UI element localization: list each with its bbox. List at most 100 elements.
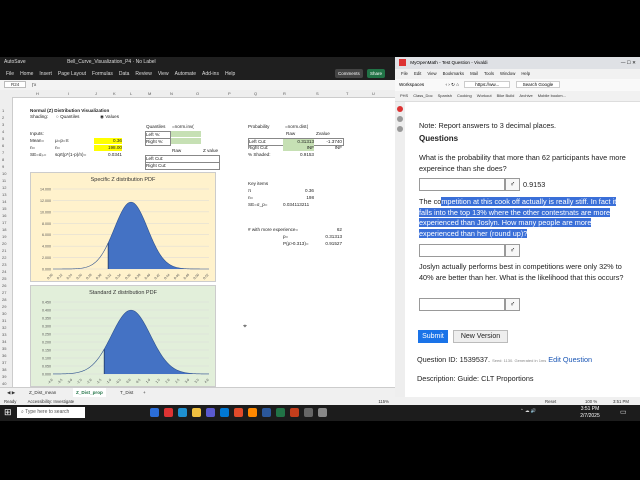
answer-3-preview-button[interactable]: ♂ xyxy=(505,298,520,311)
task-view-icon[interactable] xyxy=(150,408,159,417)
word-icon[interactable] xyxy=(262,408,271,417)
row-header[interactable]: 13 xyxy=(2,192,6,197)
column-header[interactable]: J xyxy=(95,90,97,97)
bookmark-item[interactable]: Cooking xyxy=(457,93,472,98)
ribbon-tab-view[interactable]: View xyxy=(158,71,169,77)
column-header[interactable]: H xyxy=(36,90,39,97)
row-header[interactable]: 2 xyxy=(2,115,4,120)
ribbon-tab-automate[interactable]: Automate xyxy=(175,71,196,77)
bookmark-item[interactable]: Class_Doc xyxy=(413,93,432,98)
name-box[interactable]: R24 xyxy=(4,81,27,88)
right-cut-raw[interactable]: INF xyxy=(283,145,314,151)
row-header[interactable]: 24 xyxy=(2,269,6,274)
row-header[interactable]: 22 xyxy=(2,255,6,260)
row-header[interactable]: 36 xyxy=(2,353,6,358)
specific-z-chart[interactable]: Specific Z distribution PDF 14.000 12.000… xyxy=(30,172,216,282)
left-pct-input[interactable] xyxy=(171,131,201,137)
edge-taskbar-icon[interactable] xyxy=(178,408,187,417)
tray-icons[interactable]: ⌃ ☁ 🔊 xyxy=(520,408,536,414)
right-pct-input[interactable] xyxy=(171,138,201,144)
column-header[interactable]: P xyxy=(228,90,231,97)
comments-button[interactable]: Comments xyxy=(335,69,363,78)
row-header[interactable]: 39 xyxy=(2,374,6,379)
row-header[interactable]: 40 xyxy=(2,381,6,386)
browser-menu-file[interactable]: File xyxy=(401,71,408,76)
bookmark-item[interactable]: PHS xyxy=(400,93,408,98)
row-header[interactable]: 4 xyxy=(2,129,4,134)
row-header[interactable]: 6 xyxy=(2,143,4,148)
row-header[interactable]: 18 xyxy=(2,227,6,232)
bookmark-item[interactable]: Archive xyxy=(519,93,532,98)
ribbon-tab-data[interactable]: Data xyxy=(119,71,130,77)
row-header[interactable]: 34 xyxy=(2,339,6,344)
browser-menu-tools[interactable]: Tools xyxy=(484,71,494,76)
row-header[interactable]: 12 xyxy=(2,185,6,190)
column-header[interactable]: Q xyxy=(254,90,257,97)
browser-menu-edit[interactable]: Edit xyxy=(414,71,421,76)
downloads-panel-icon[interactable] xyxy=(397,116,403,122)
ribbon-tab-insert[interactable]: Insert xyxy=(39,71,52,77)
bookmark-item[interactable]: Spanish xyxy=(438,93,452,98)
row-header[interactable]: 29 xyxy=(2,304,6,309)
search-field[interactable]: Search Google xyxy=(515,81,561,88)
answer-1-input[interactable] xyxy=(419,178,505,191)
row-header[interactable]: 32 xyxy=(2,325,6,330)
column-header[interactable]: L xyxy=(130,90,132,97)
autosave-label[interactable]: AutoSave xyxy=(4,59,26,65)
ribbon-tab-file[interactable]: File xyxy=(6,71,14,77)
column-header[interactable]: T xyxy=(346,90,348,97)
notification-icon[interactable]: ▭ xyxy=(620,408,627,416)
row-header[interactable]: 14 xyxy=(2,199,6,204)
browser-menu-bookmarks[interactable]: Bookmarks xyxy=(443,71,465,76)
workspaces-button[interactable]: Workspaces xyxy=(399,82,424,87)
row-header[interactable]: 23 xyxy=(2,262,6,267)
answer-2-preview-button[interactable]: ♂ xyxy=(505,244,520,257)
row-header[interactable]: 28 xyxy=(2,297,6,302)
clock[interactable]: 3:51 PM 2/7/2025 xyxy=(575,406,605,420)
ribbon-tab-add-ins[interactable]: Add-ins xyxy=(202,71,219,77)
excel-taskbar-icon[interactable] xyxy=(276,408,285,417)
ribbon-tab-help[interactable]: Help xyxy=(225,71,235,77)
row-header[interactable]: 11 xyxy=(2,178,6,183)
n-input[interactable]: 198.00 xyxy=(94,145,122,151)
notes-panel-icon[interactable] xyxy=(397,126,403,132)
row-header[interactable]: 19 xyxy=(2,234,6,239)
column-header[interactable]: K xyxy=(113,90,116,97)
mean-input[interactable]: 0.36 xyxy=(94,138,122,144)
row-header[interactable]: 16 xyxy=(2,213,6,218)
powerpoint-icon[interactable] xyxy=(290,408,299,417)
row-header[interactable]: 31 xyxy=(2,318,6,323)
file-explorer-icon[interactable] xyxy=(192,408,201,417)
teams-icon[interactable] xyxy=(206,408,215,417)
column-header[interactable]: N xyxy=(170,90,173,97)
firefox-icon[interactable] xyxy=(248,408,257,417)
row-header[interactable]: 17 xyxy=(2,220,6,225)
answer-2-input[interactable] xyxy=(419,244,505,257)
browser-tab-title[interactable]: MyOpenMath - Test Question - Vivaldi xyxy=(410,60,487,65)
row-header[interactable]: 10 xyxy=(2,171,6,176)
row-header[interactable]: 5 xyxy=(2,136,4,141)
standard-z-chart[interactable]: Standard Z distribution PDF 0.450 0.400 0.… xyxy=(30,285,216,387)
chrome-icon[interactable] xyxy=(234,408,243,417)
app2-icon[interactable] xyxy=(318,408,327,417)
column-header[interactable]: U xyxy=(372,90,375,97)
bookmark-item[interactable]: Bike Build xyxy=(497,93,515,98)
browser-menu-view[interactable]: View xyxy=(427,71,436,76)
column-header[interactable]: M xyxy=(148,90,151,97)
se-value[interactable]: 0.0341 xyxy=(94,152,122,158)
nav-icons[interactable]: ‹ › ↻ ⌂ xyxy=(445,82,459,87)
submit-button[interactable]: Submit xyxy=(418,330,448,343)
row-header[interactable]: 8 xyxy=(2,157,4,162)
ribbon-tab-page-layout[interactable]: Page Layout xyxy=(58,71,86,77)
row-header[interactable]: 38 xyxy=(2,367,6,372)
window-controls-icon[interactable]: — ☐ ✕ xyxy=(621,57,636,69)
row-header[interactable]: 33 xyxy=(2,332,6,337)
row-header[interactable]: 3 xyxy=(2,122,4,127)
edit-question-link[interactable]: Edit Question xyxy=(548,355,592,364)
row-header[interactable]: 1 xyxy=(2,108,4,113)
column-header[interactable]: R xyxy=(283,90,286,97)
ribbon-tab-review[interactable]: Review xyxy=(135,71,151,77)
column-header[interactable]: I xyxy=(68,90,69,97)
app-icon[interactable] xyxy=(304,408,313,417)
browser-menu-mail[interactable]: Mail xyxy=(470,71,478,76)
